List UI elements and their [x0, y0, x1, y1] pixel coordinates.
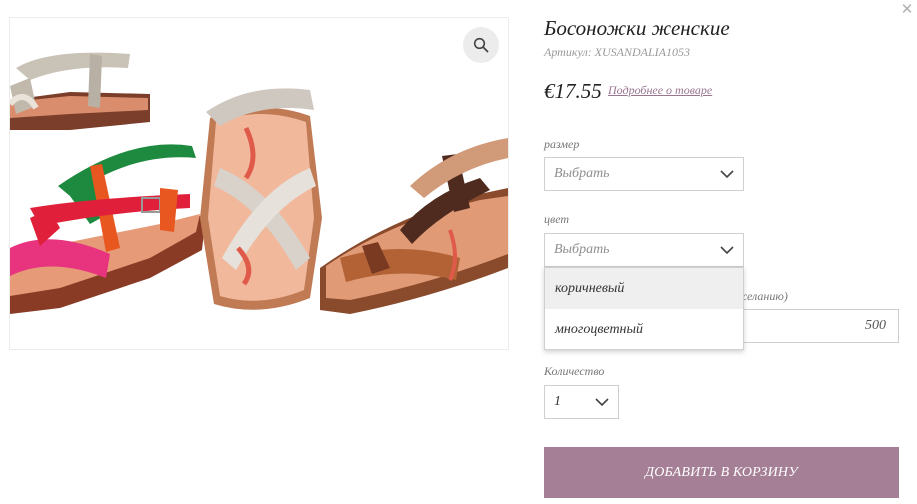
- chevron-down-icon: [720, 170, 734, 179]
- quantity-select-value: 1: [554, 394, 561, 409]
- product-price: €17.55: [544, 79, 602, 103]
- size-select-value: Выбрать: [554, 166, 610, 181]
- size-select[interactable]: Выбрать: [544, 157, 744, 191]
- wish-input[interactable]: 500: [730, 309, 899, 343]
- color-dropdown-menu: коричневый многоцветный: [544, 267, 744, 350]
- zoom-button[interactable]: [463, 27, 499, 63]
- size-label: размер: [544, 137, 580, 151]
- chevron-down-icon: [595, 398, 609, 407]
- color-option-brown[interactable]: коричневый: [545, 268, 743, 309]
- close-icon[interactable]: ✕: [899, 0, 915, 18]
- color-label: цвет: [544, 212, 570, 226]
- product-image: [9, 17, 509, 350]
- product-sku: Артикул: XUSANDALIA1053: [544, 45, 691, 59]
- sandal-silver-center: [200, 88, 322, 310]
- quantity-select[interactable]: 1: [544, 385, 619, 419]
- wish-input-value: 500: [865, 318, 886, 333]
- sandals-photo: [10, 18, 508, 349]
- product-details-link[interactable]: Подробнее о товаре: [608, 83, 712, 98]
- magnifier-icon: [473, 37, 489, 53]
- chevron-down-icon: [720, 246, 734, 255]
- color-select-value: Выбрать: [554, 242, 610, 257]
- add-to-cart-button[interactable]: ДОБАВИТЬ В КОРЗИНУ: [544, 447, 899, 498]
- color-option-multicolor[interactable]: многоцветный: [545, 309, 743, 350]
- product-title: Босоножки женские: [544, 16, 730, 40]
- quantity-label: Количество: [544, 364, 605, 378]
- color-select[interactable]: Выбрать: [544, 233, 744, 267]
